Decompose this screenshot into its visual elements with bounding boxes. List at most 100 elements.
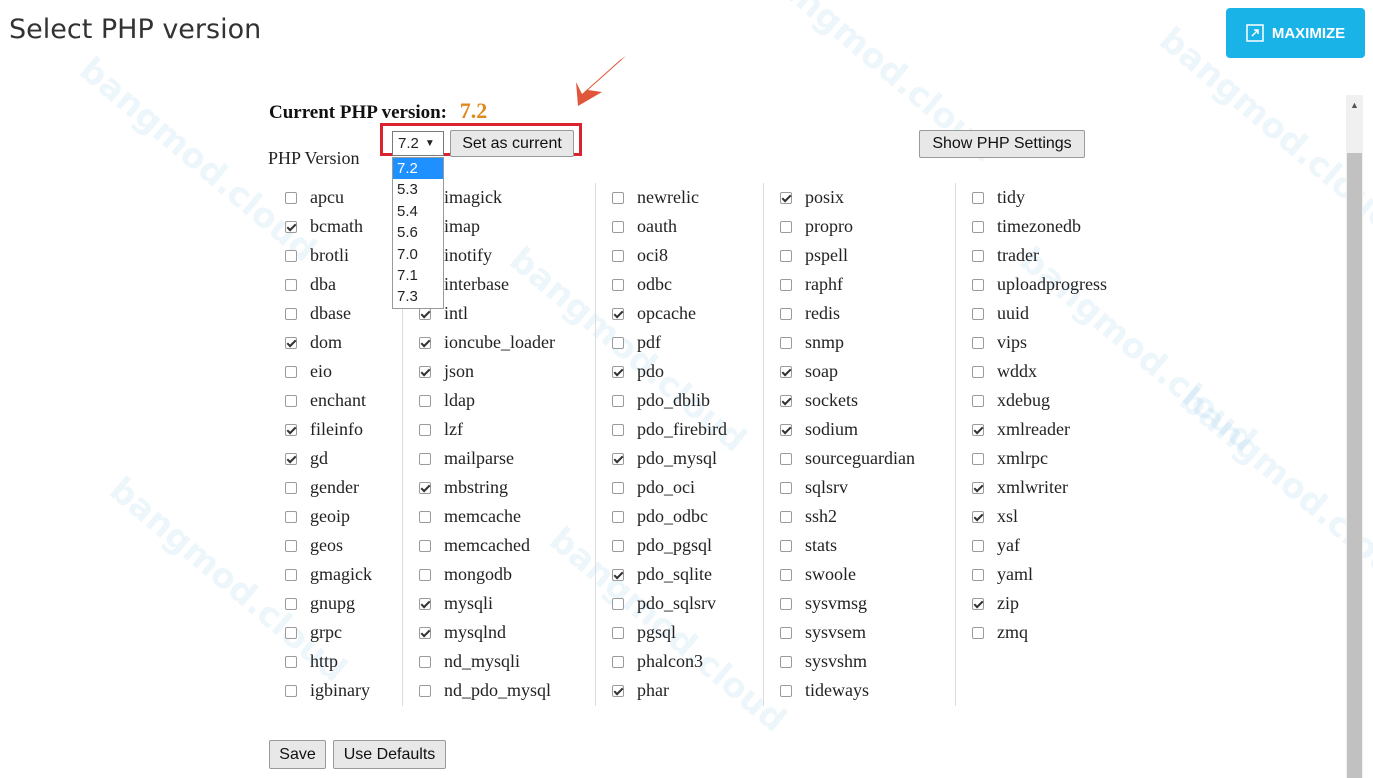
extension-item[interactable]: fileinfo xyxy=(285,415,363,444)
extension-checkbox[interactable] xyxy=(419,626,431,639)
extension-checkbox[interactable] xyxy=(972,365,984,378)
extension-checkbox[interactable] xyxy=(780,249,792,262)
extension-checkbox[interactable] xyxy=(972,249,984,262)
extension-checkbox[interactable] xyxy=(612,220,624,233)
extension-checkbox[interactable] xyxy=(612,191,624,204)
extension-item[interactable]: propro xyxy=(780,212,853,241)
extension-item[interactable]: timezonedb xyxy=(972,212,1081,241)
extension-checkbox[interactable] xyxy=(419,684,431,697)
scroll-up-icon[interactable]: ▲ xyxy=(1346,95,1363,115)
extension-checkbox[interactable] xyxy=(285,249,297,262)
extension-checkbox[interactable] xyxy=(419,365,431,378)
extension-item[interactable]: gmagick xyxy=(285,560,372,589)
extension-checkbox[interactable] xyxy=(612,452,624,465)
extension-item[interactable]: sockets xyxy=(780,386,858,415)
extension-checkbox[interactable] xyxy=(419,307,431,320)
extension-checkbox[interactable] xyxy=(972,539,984,552)
extension-checkbox[interactable] xyxy=(612,481,624,494)
extension-checkbox[interactable] xyxy=(612,597,624,610)
extension-item[interactable]: uploadprogress xyxy=(972,270,1107,299)
extension-item[interactable]: wddx xyxy=(972,357,1037,386)
extension-item[interactable]: sodium xyxy=(780,415,858,444)
extension-checkbox[interactable] xyxy=(419,655,431,668)
extension-checkbox[interactable] xyxy=(285,568,297,581)
extension-checkbox[interactable] xyxy=(972,220,984,233)
php-version-select[interactable]: 7.2 ▼ xyxy=(392,131,444,156)
extension-checkbox[interactable] xyxy=(285,191,297,204)
extension-item[interactable]: gnupg xyxy=(285,589,355,618)
extension-item[interactable]: zip xyxy=(972,589,1019,618)
extension-checkbox[interactable] xyxy=(780,626,792,639)
extension-item[interactable]: oci8 xyxy=(612,241,668,270)
scrollbar[interactable]: ▲ xyxy=(1346,95,1363,778)
extension-checkbox[interactable] xyxy=(780,568,792,581)
extension-checkbox[interactable] xyxy=(780,278,792,291)
extension-checkbox[interactable] xyxy=(780,336,792,349)
extension-item[interactable]: gd xyxy=(285,444,328,473)
version-option[interactable]: 5.6 xyxy=(393,222,443,243)
extension-item[interactable]: tidy xyxy=(972,183,1025,212)
extension-checkbox[interactable] xyxy=(612,307,624,320)
extension-item[interactable]: ldap xyxy=(419,386,475,415)
extension-item[interactable]: http xyxy=(285,647,338,676)
extension-item[interactable]: pdo_firebird xyxy=(612,415,727,444)
extension-item[interactable]: mysqlnd xyxy=(419,618,506,647)
extension-item[interactable]: dbase xyxy=(285,299,351,328)
extension-checkbox[interactable] xyxy=(419,481,431,494)
extension-item[interactable]: apcu xyxy=(285,183,344,212)
extension-checkbox[interactable] xyxy=(780,539,792,552)
extension-checkbox[interactable] xyxy=(972,568,984,581)
extension-checkbox[interactable] xyxy=(612,278,624,291)
extension-item[interactable]: pdo_sqlsrv xyxy=(612,589,716,618)
extension-checkbox[interactable] xyxy=(612,568,624,581)
extension-item[interactable]: brotli xyxy=(285,241,349,270)
extension-checkbox[interactable] xyxy=(612,626,624,639)
extension-item[interactable]: ssh2 xyxy=(780,502,837,531)
extension-checkbox[interactable] xyxy=(419,597,431,610)
extension-item[interactable]: sysvsem xyxy=(780,618,866,647)
extension-checkbox[interactable] xyxy=(285,336,297,349)
extension-item[interactable]: xmlwriter xyxy=(972,473,1068,502)
extension-item[interactable]: sqlsrv xyxy=(780,473,848,502)
extension-checkbox[interactable] xyxy=(780,365,792,378)
maximize-button[interactable]: MAXIMIZE xyxy=(1226,8,1365,58)
extension-item[interactable]: dba xyxy=(285,270,336,299)
extension-checkbox[interactable] xyxy=(972,307,984,320)
extension-checkbox[interactable] xyxy=(285,307,297,320)
extension-checkbox[interactable] xyxy=(612,684,624,697)
extension-item[interactable]: xmlrpc xyxy=(972,444,1048,473)
extension-item[interactable]: zmq xyxy=(972,618,1028,647)
version-option[interactable]: 5.3 xyxy=(393,179,443,200)
extension-item[interactable]: pdo xyxy=(612,357,664,386)
extension-item[interactable]: uuid xyxy=(972,299,1029,328)
extension-item[interactable]: yaml xyxy=(972,560,1033,589)
extension-checkbox[interactable] xyxy=(972,626,984,639)
extension-checkbox[interactable] xyxy=(285,597,297,610)
extension-item[interactable]: phar xyxy=(612,676,669,705)
extension-checkbox[interactable] xyxy=(285,684,297,697)
extension-checkbox[interactable] xyxy=(780,394,792,407)
extension-item[interactable]: newrelic xyxy=(612,183,699,212)
extension-item[interactable]: swoole xyxy=(780,560,856,589)
extension-checkbox[interactable] xyxy=(780,510,792,523)
extension-checkbox[interactable] xyxy=(285,423,297,436)
extension-item[interactable]: grpc xyxy=(285,618,342,647)
scrollbar-thumb[interactable] xyxy=(1347,153,1362,778)
extension-item[interactable]: mongodb xyxy=(419,560,512,589)
extension-item[interactable]: mailparse xyxy=(419,444,514,473)
extension-checkbox[interactable] xyxy=(612,423,624,436)
extension-item[interactable]: pspell xyxy=(780,241,848,270)
extension-item[interactable]: soap xyxy=(780,357,838,386)
extension-checkbox[interactable] xyxy=(285,365,297,378)
version-option[interactable]: 5.4 xyxy=(393,201,443,222)
extension-item[interactable]: snmp xyxy=(780,328,844,357)
extension-checkbox[interactable] xyxy=(419,510,431,523)
extension-item[interactable]: pgsql xyxy=(612,618,676,647)
extension-item[interactable]: json xyxy=(419,357,474,386)
extension-checkbox[interactable] xyxy=(612,539,624,552)
extension-item[interactable]: eio xyxy=(285,357,332,386)
extension-checkbox[interactable] xyxy=(972,452,984,465)
extension-checkbox[interactable] xyxy=(780,655,792,668)
extension-item[interactable]: pdo_mysql xyxy=(612,444,717,473)
extension-checkbox[interactable] xyxy=(780,481,792,494)
